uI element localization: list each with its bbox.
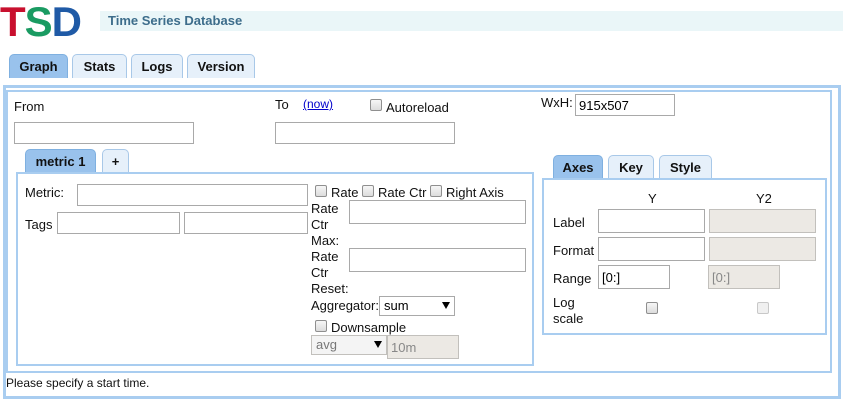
y-log-scale-checkbox[interactable] bbox=[646, 302, 658, 314]
autoreload-label: Autoreload bbox=[386, 100, 449, 115]
y-format-input[interactable] bbox=[598, 237, 705, 261]
chevron-down-icon bbox=[374, 341, 382, 348]
axis-y-header: Y bbox=[648, 191, 657, 206]
tab-version[interactable]: Version bbox=[187, 54, 255, 78]
tsd-logo: TSD bbox=[0, 0, 82, 45]
chevron-down-icon bbox=[442, 302, 450, 309]
from-label: From bbox=[14, 99, 45, 114]
wxh-input[interactable] bbox=[575, 94, 675, 116]
right-axis-checkbox[interactable] bbox=[430, 185, 442, 197]
tag-value-input[interactable] bbox=[184, 212, 308, 234]
rate-ctr-reset-label-line2: Ctr bbox=[311, 265, 329, 280]
downsample-label: Downsample bbox=[331, 320, 407, 335]
y-label-input[interactable] bbox=[598, 209, 705, 233]
axis-log-row-label-line2: scale bbox=[553, 311, 584, 326]
app-title: Time Series Database bbox=[108, 13, 243, 28]
tab-axes[interactable]: Axes bbox=[553, 155, 603, 178]
tab-logs[interactable]: Logs bbox=[131, 54, 183, 78]
downsample-checkbox[interactable] bbox=[315, 320, 327, 332]
from-input[interactable] bbox=[14, 122, 194, 144]
tab-style[interactable]: Style bbox=[659, 155, 712, 178]
downsample-function-selected: avg bbox=[316, 337, 337, 352]
rate-ctr-checkbox[interactable] bbox=[362, 185, 374, 197]
right-axis-label: Right Axis bbox=[446, 185, 504, 200]
aggregator-select[interactable]: sum bbox=[379, 296, 455, 316]
rate-ctr-max-label-line1: Rate bbox=[311, 201, 339, 216]
axis-format-row-label: Format bbox=[553, 243, 595, 258]
y2-format-input[interactable] bbox=[709, 237, 816, 261]
rate-ctr-max-input[interactable] bbox=[349, 200, 526, 224]
metric-label: Metric: bbox=[25, 185, 64, 200]
tab-metric-1[interactable]: metric 1 bbox=[25, 149, 96, 172]
downsample-interval-input[interactable] bbox=[387, 335, 459, 359]
tag-key-input[interactable] bbox=[57, 212, 180, 234]
rate-ctr-max-label-line3: Max: bbox=[311, 233, 340, 248]
axis-range-row-label: Range bbox=[553, 271, 592, 286]
aggregator-label: Aggregator: bbox=[311, 298, 379, 313]
rate-checkbox[interactable] bbox=[315, 185, 327, 197]
rate-label: Rate bbox=[331, 185, 359, 200]
status-message: Please specify a start time. bbox=[6, 376, 150, 390]
aggregator-selected: sum bbox=[384, 298, 409, 313]
to-label: To bbox=[275, 97, 289, 112]
axis-log-row-label-line1: Log bbox=[553, 295, 575, 310]
y2-log-scale-checkbox[interactable] bbox=[757, 302, 769, 314]
metric-input[interactable] bbox=[77, 184, 308, 206]
to-input[interactable] bbox=[275, 122, 455, 144]
y-range-input[interactable] bbox=[598, 265, 670, 289]
rate-ctr-max-label-line2: Ctr bbox=[311, 217, 329, 232]
axis-label-row-label: Label bbox=[553, 215, 585, 230]
y2-range-input[interactable] bbox=[708, 265, 780, 289]
tab-stats[interactable]: Stats bbox=[72, 54, 127, 78]
downsample-function-select[interactable]: avg bbox=[311, 335, 387, 355]
tab-graph[interactable]: Graph bbox=[9, 54, 68, 78]
rate-ctr-reset-label-line1: Rate bbox=[311, 249, 339, 264]
tags-label: Tags bbox=[25, 217, 53, 232]
tab-add-metric[interactable]: + bbox=[102, 149, 129, 172]
rate-ctr-reset-input[interactable] bbox=[349, 248, 526, 272]
rate-ctr-label: Rate Ctr bbox=[378, 185, 427, 200]
now-link[interactable]: (now) bbox=[303, 97, 333, 111]
autoreload-checkbox[interactable] bbox=[370, 99, 382, 111]
rate-ctr-reset-label-line3: Reset: bbox=[311, 281, 349, 296]
axis-y2-header: Y2 bbox=[756, 191, 772, 206]
wxh-label: WxH: bbox=[541, 95, 573, 110]
y2-label-input[interactable] bbox=[709, 209, 816, 233]
tab-key[interactable]: Key bbox=[608, 155, 654, 178]
